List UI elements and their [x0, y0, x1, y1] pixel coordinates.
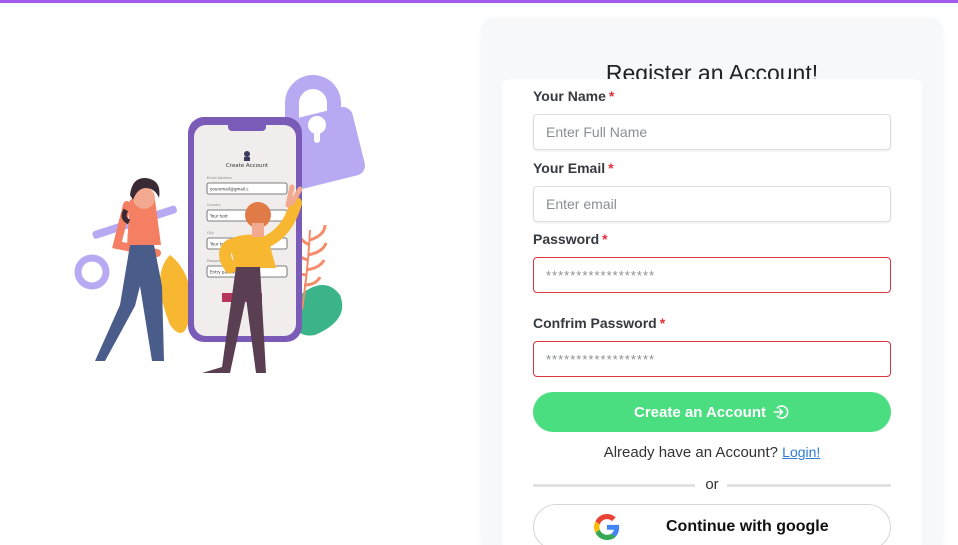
svg-text:youremail@gmail.c: youremail@gmail.c	[210, 187, 249, 192]
email-label: Your Email *	[533, 160, 614, 176]
required-mark: *	[602, 231, 608, 247]
required-mark: *	[608, 88, 615, 104]
password-input[interactable]	[533, 257, 891, 293]
login-icon	[773, 405, 789, 419]
top-accent-bar	[0, 0, 958, 3]
confirm-password-input[interactable]	[533, 341, 891, 377]
name-label: Your Name *	[533, 88, 614, 104]
create-account-label: Create an Account	[634, 403, 766, 421]
or-divider: or	[533, 476, 891, 494]
email-input[interactable]	[533, 186, 891, 222]
google-g-icon	[594, 514, 620, 540]
google-signin-button[interactable]: Continue with google	[533, 504, 891, 545]
confirm-password-label: Confrim Password *	[533, 315, 665, 331]
svg-text:Create Account: Create Account	[226, 163, 269, 169]
full-name-input[interactable]	[533, 114, 891, 150]
login-prompt-line: Already have an Account? Login!	[533, 444, 891, 461]
login-prompt-text: Already have an Account?	[603, 444, 778, 461]
google-button-label: Continue with google	[666, 518, 829, 535]
required-mark: *	[659, 315, 666, 331]
confirm-password-label-text: Confrim Password	[533, 315, 657, 331]
required-mark: *	[608, 160, 614, 176]
login-link[interactable]: Login!	[782, 444, 820, 460]
register-illustration: Create Account Email Address youremail@g…	[74, 75, 365, 373]
svg-text:Email Address: Email Address	[207, 176, 232, 180]
name-label-text: Your Name	[533, 88, 606, 104]
svg-text:Your text: Your text	[209, 214, 228, 219]
create-account-button[interactable]: Create an Account	[533, 392, 891, 432]
svg-text:City: City	[207, 231, 214, 235]
password-label: Password *	[533, 231, 608, 247]
email-label-text: Your Email	[533, 160, 606, 176]
svg-text:Country: Country	[207, 203, 221, 207]
divider-line-right	[727, 484, 891, 487]
password-label-text: Password	[533, 231, 600, 247]
